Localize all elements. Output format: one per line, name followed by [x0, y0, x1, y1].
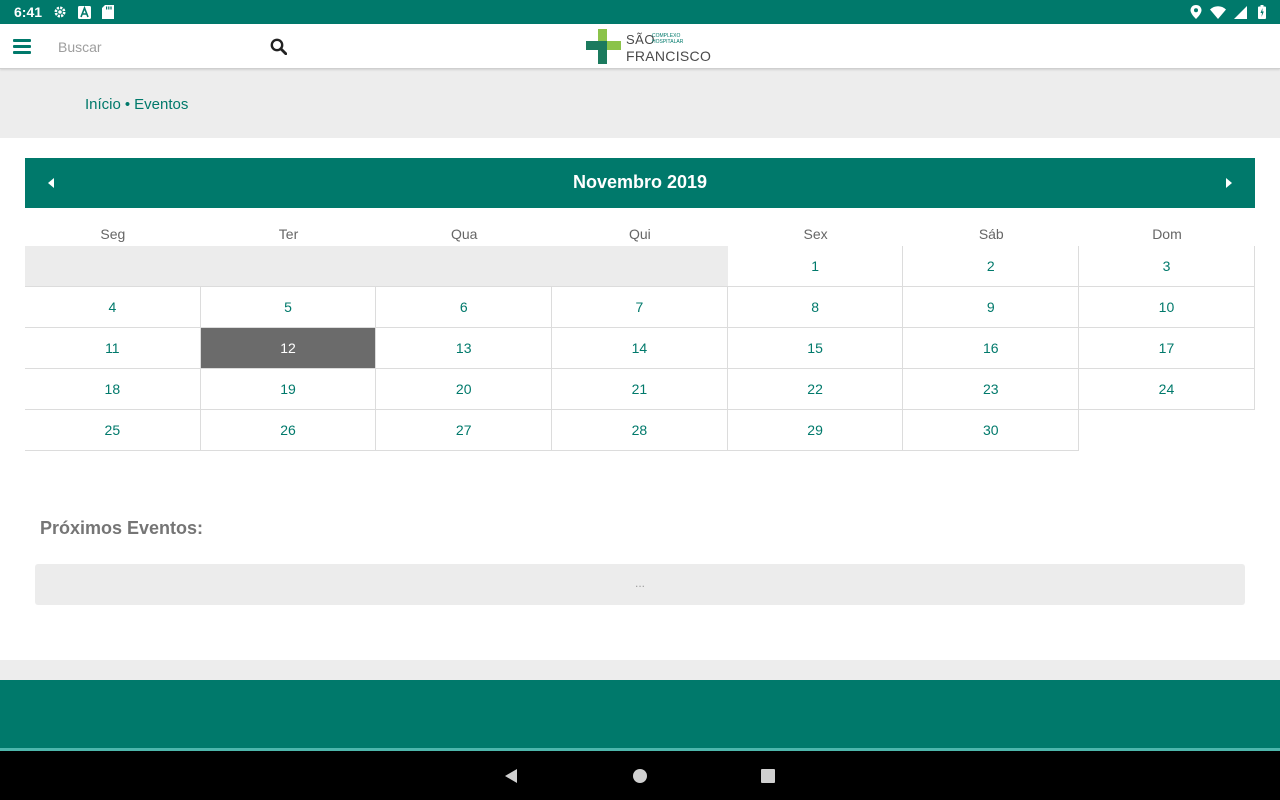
logo-line2: FRANCISCO — [626, 48, 712, 64]
calendar-day[interactable]: 17 — [1079, 328, 1255, 369]
calendar-header: Novembro 2019 — [25, 158, 1255, 208]
recent-apps-icon[interactable] — [761, 769, 775, 783]
calendar-day[interactable]: 8 — [727, 287, 904, 328]
calendar-empty-cell — [25, 246, 201, 287]
calendar-day[interactable]: 15 — [727, 328, 904, 369]
calendar-week-row: 18 19 20 21 22 23 24 — [25, 369, 1255, 410]
home-icon[interactable] — [633, 769, 647, 783]
calendar-day[interactable]: 19 — [200, 369, 377, 410]
calendar-week-row: 25 26 27 28 29 30 — [25, 410, 1255, 451]
calendar-empty-cell — [552, 246, 728, 287]
breadcrumb: Início • Eventos — [85, 96, 188, 113]
search-input[interactable] — [58, 36, 258, 58]
calendar-day[interactable]: 30 — [903, 410, 1080, 451]
system-nav-bar — [0, 751, 1280, 800]
calendar-day[interactable]: 11 — [25, 328, 201, 369]
calendar-empty-cell — [200, 246, 377, 287]
logo-line1: SÃO — [626, 32, 655, 47]
hamburger-menu-icon[interactable] — [13, 39, 31, 54]
weekday-header-row: Seg Ter Qua Qui Sex Sáb Dom — [25, 226, 1255, 242]
calendar-empty-cell — [376, 246, 553, 287]
calendar-day[interactable]: 24 — [1079, 369, 1255, 410]
calendar-day[interactable]: 14 — [552, 328, 728, 369]
upcoming-events-list: ... — [35, 564, 1245, 605]
calendar-day[interactable]: 9 — [903, 287, 1080, 328]
battery-icon — [1254, 4, 1270, 20]
weekday-label: Qua — [450, 226, 478, 242]
status-left-icons — [52, 4, 116, 20]
calendar-day[interactable]: 22 — [727, 369, 904, 410]
weekday-label: Ter — [278, 226, 299, 242]
calendar-day[interactable]: 13 — [376, 328, 553, 369]
calendar-month-title: Novembro 2019 — [572, 172, 708, 192]
back-icon[interactable] — [503, 768, 519, 784]
weekday-label: Dom — [1152, 226, 1182, 242]
gear-icon — [52, 4, 68, 20]
calendar-grid: 1 2 3 4 5 6 7 8 9 10 11 12 13 14 15 16 17 18 19 20 21 22 23 24 2… — [25, 246, 1255, 451]
calendar-day[interactable]: 21 — [552, 369, 728, 410]
calendar-empty-cell — [1079, 410, 1255, 451]
status-right-icons — [1188, 4, 1270, 20]
search-icon[interactable] — [270, 38, 287, 55]
status-time: 6:41 — [14, 4, 43, 20]
calendar-day[interactable]: 1 — [727, 246, 904, 287]
app-bar: SÃO COMPLEXO HOSPITALAR FRANCISCO — [0, 24, 1280, 69]
calendar-day[interactable]: 3 — [1079, 246, 1255, 287]
calendar-week-row: 123 — [25, 246, 1255, 287]
wifi-icon — [1210, 4, 1226, 20]
location-icon — [1188, 4, 1204, 20]
calendar-day[interactable]: 6 — [376, 287, 553, 328]
content-card: Novembro 2019 Seg Ter Qua Qui Sex Sáb Dom 1234… — [0, 138, 1280, 660]
calendar-day[interactable]: 29 — [727, 410, 904, 451]
logo-cross-icon — [586, 29, 621, 64]
calendar-day[interactable]: 20 — [376, 369, 553, 410]
calendar-day[interactable]: 7 — [552, 287, 728, 328]
a-letter-icon — [76, 4, 92, 20]
calendar-day[interactable]: 16 — [903, 328, 1080, 369]
logo: SÃO COMPLEXO HOSPITALAR FRANCISCO — [586, 28, 711, 66]
calendar-day[interactable]: 23 — [903, 369, 1080, 410]
next-month-icon[interactable] — [1223, 176, 1235, 190]
calendar-day[interactable]: 26 — [200, 410, 377, 451]
footer — [0, 680, 1280, 748]
calendar-day[interactable]: 10 — [1079, 287, 1255, 328]
prev-month-icon[interactable] — [45, 176, 57, 190]
calendar-day[interactable]: 27 — [376, 410, 553, 451]
weekday-label: Sex — [803, 226, 828, 242]
breadcrumb-current[interactable]: Eventos — [134, 96, 188, 113]
breadcrumb-separator: • — [124, 96, 131, 113]
breadcrumb-home-link[interactable]: Início — [85, 96, 121, 113]
weekday-label: Seg — [100, 226, 126, 242]
calendar-day[interactable]: 4 — [25, 287, 201, 328]
calendar-week-row: 11 12 13 14 15 16 17 — [25, 328, 1255, 369]
status-bar: 6:41 — [0, 0, 1280, 24]
sd-card-icon — [100, 4, 116, 20]
logo-sub2: HOSPITALAR — [652, 39, 684, 45]
weekday-label: Sáb — [978, 226, 1004, 242]
calendar-week-row: 4 5 6 7 8 9 10 — [25, 287, 1255, 328]
calendar-day[interactable]: 18 — [25, 369, 201, 410]
calendar-day[interactable]: 25 — [25, 410, 201, 451]
weekday-label: Qui — [629, 226, 651, 242]
calendar-day[interactable]: 5 — [200, 287, 377, 328]
calendar-day[interactable]: 2 — [903, 246, 1080, 287]
calendar-day-selected[interactable]: 12 — [200, 328, 377, 369]
upcoming-events-title: Próximos Eventos: — [40, 518, 204, 538]
signal-icon — [1232, 4, 1248, 20]
calendar-day[interactable]: 28 — [552, 410, 728, 451]
